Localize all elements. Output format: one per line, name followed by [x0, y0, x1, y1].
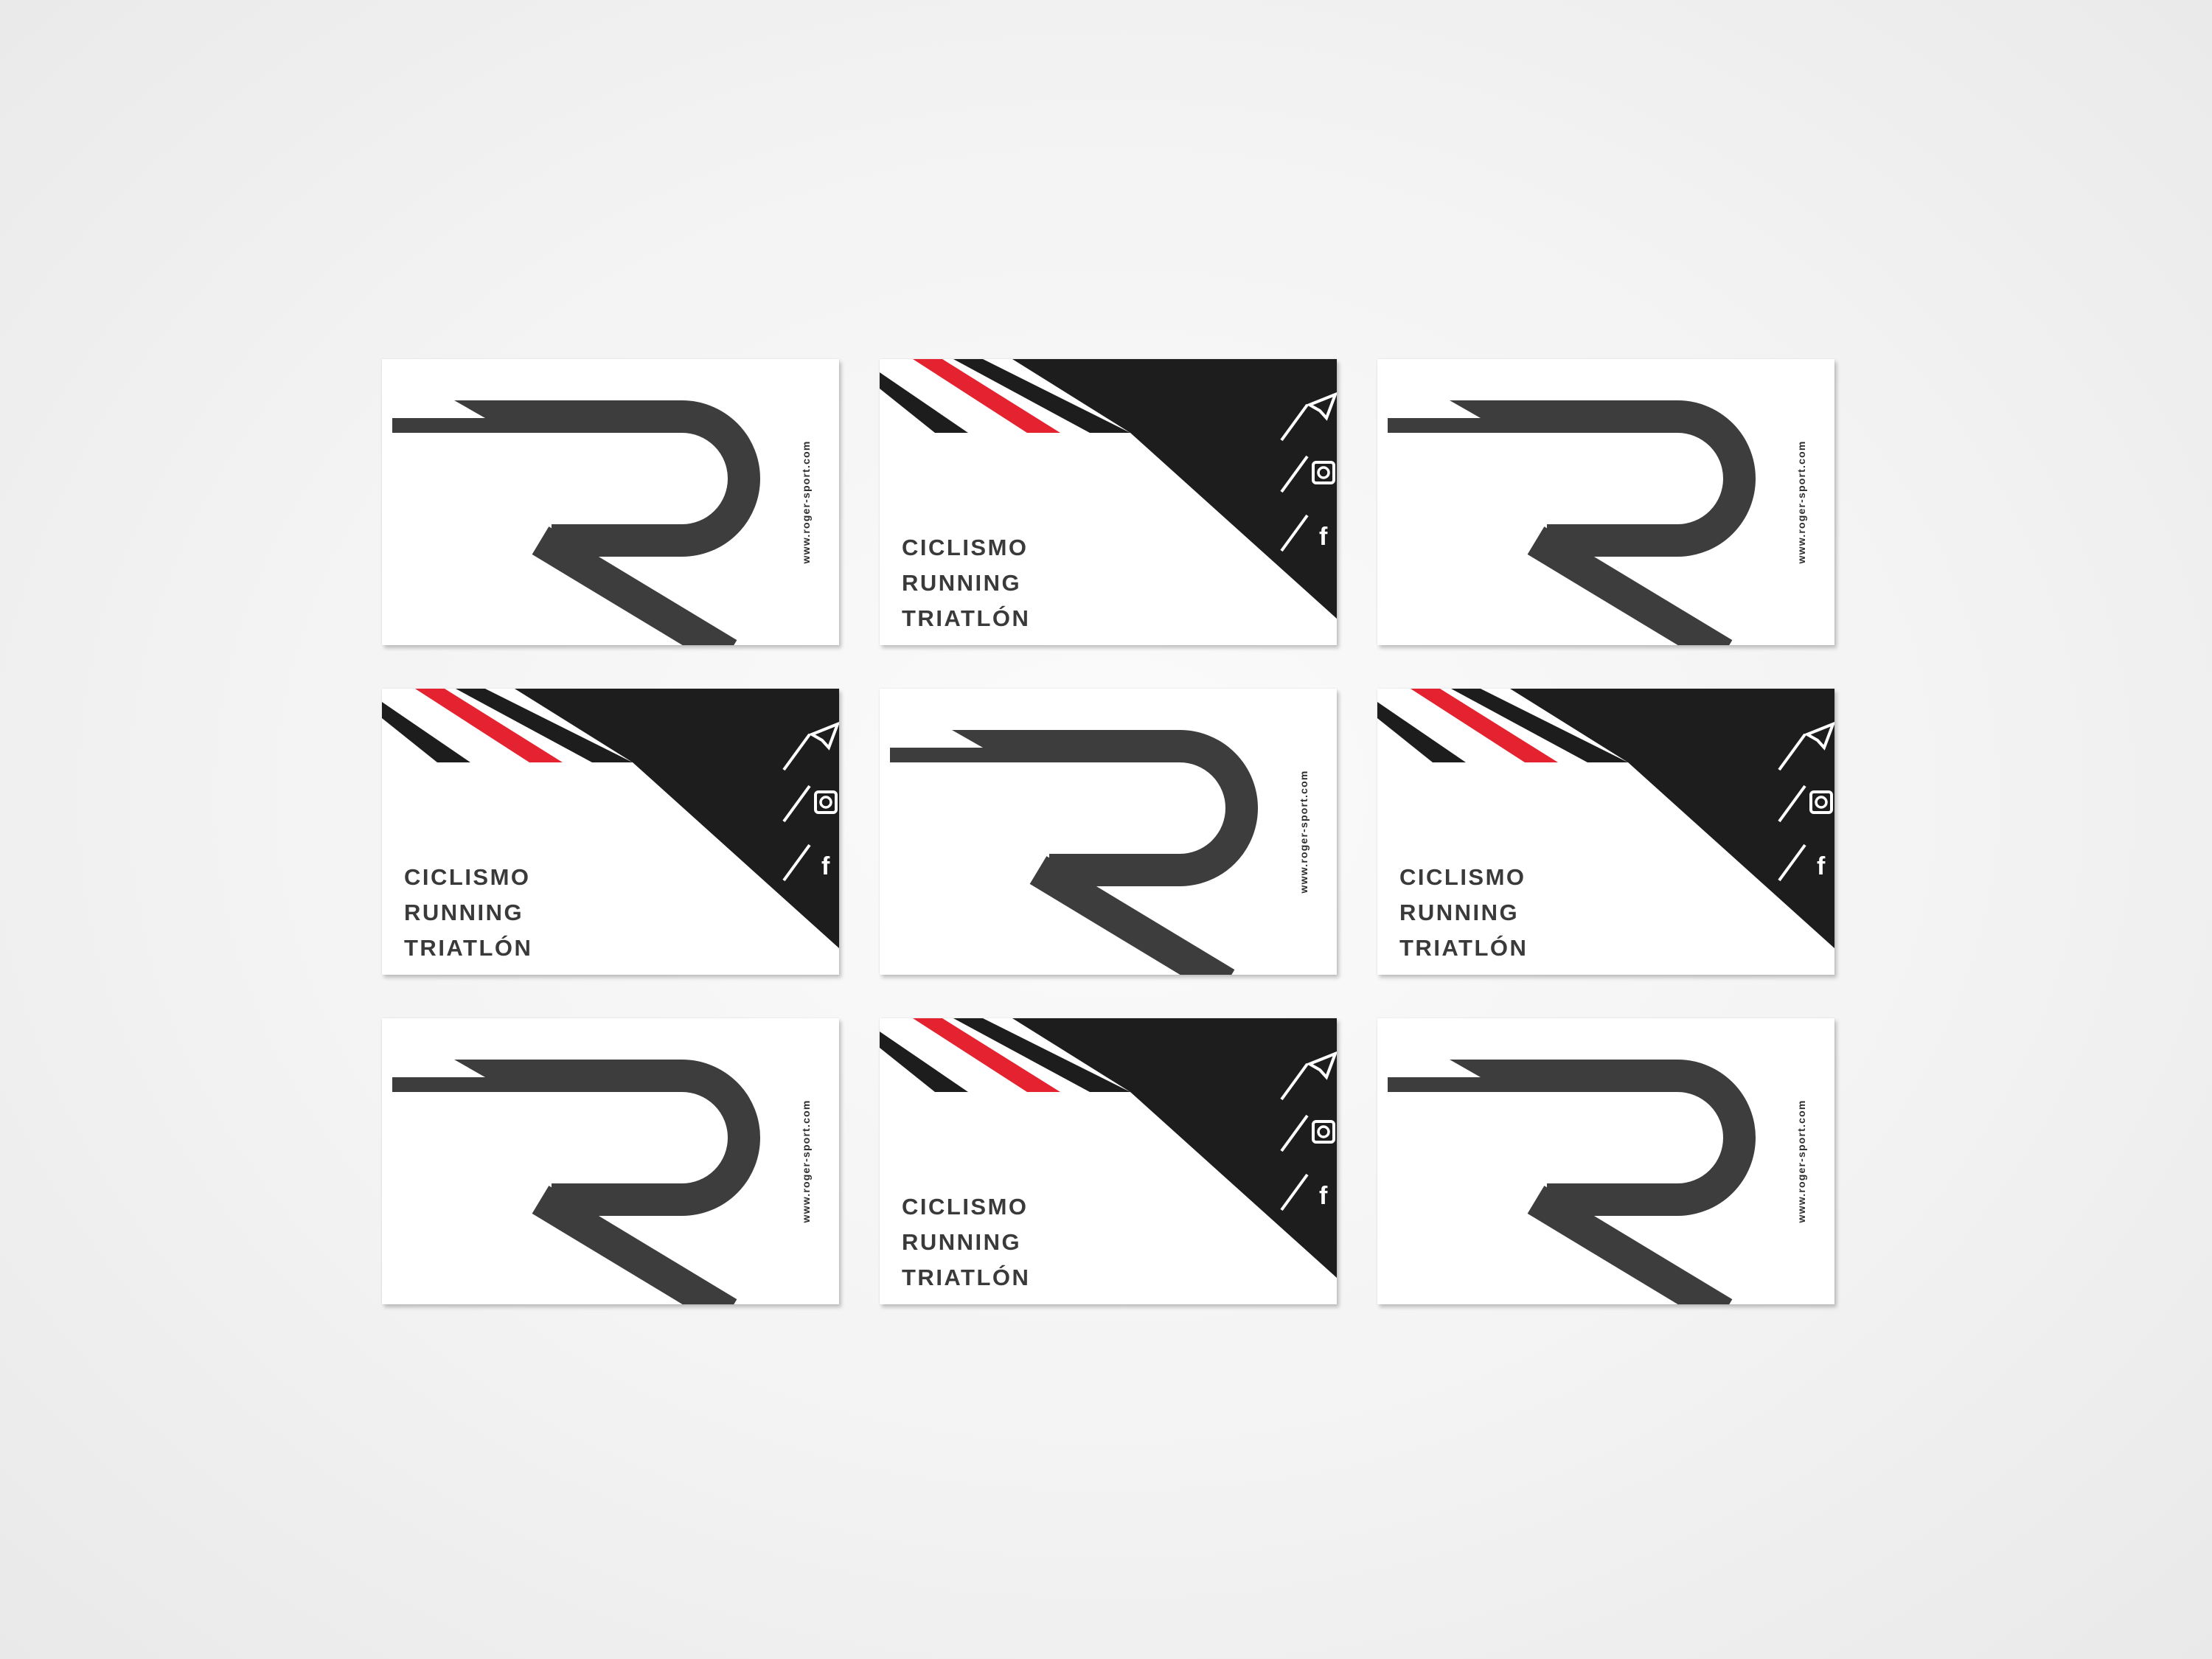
svg-text:f: f	[821, 852, 830, 880]
website-url: www.roger-sport.com	[1795, 1099, 1807, 1223]
sport-triathlon: TRIATLÓN	[404, 935, 533, 961]
sports-list: CICLISMO RUNNING TRIATLÓN	[404, 860, 532, 966]
svg-text:f: f	[1319, 1182, 1328, 1210]
sport-cycling: CICLISMO	[902, 535, 1029, 560]
card-front: f CICLISMO RUNNING TRIATLÓN	[1377, 689, 1834, 975]
r-monogram-icon	[880, 718, 1258, 975]
sports-list: CICLISMO RUNNING TRIATLÓN	[902, 530, 1030, 636]
r-monogram-icon	[1377, 1048, 1756, 1304]
card-back: www.roger-sport.com	[382, 359, 839, 645]
sport-running: RUNNING	[404, 900, 524, 925]
card-back: www.roger-sport.com	[1377, 359, 1834, 645]
sports-list: CICLISMO RUNNING TRIATLÓN	[1399, 860, 1528, 966]
r-monogram-icon	[382, 1048, 760, 1304]
sport-triathlon: TRIATLÓN	[1399, 935, 1528, 961]
card-back: www.roger-sport.com	[1377, 1018, 1834, 1304]
card-front: f CICLISMO RUNNING TRIATLÓN	[880, 1018, 1337, 1304]
card-back: www.roger-sport.com	[880, 689, 1337, 975]
r-monogram-icon	[1377, 389, 1756, 645]
svg-text:f: f	[1817, 852, 1826, 880]
svg-text:f: f	[1319, 523, 1328, 551]
sport-cycling: CICLISMO	[1399, 864, 1526, 890]
sports-list: CICLISMO RUNNING TRIATLÓN	[902, 1189, 1030, 1295]
r-monogram-icon	[382, 389, 760, 645]
website-url: www.roger-sport.com	[1298, 770, 1310, 894]
sport-cycling: CICLISMO	[404, 864, 531, 890]
card-back: www.roger-sport.com	[382, 1018, 839, 1304]
sport-running: RUNNING	[902, 1229, 1022, 1255]
sport-running: RUNNING	[1399, 900, 1520, 925]
sport-triathlon: TRIATLÓN	[902, 605, 1031, 631]
sport-triathlon: TRIATLÓN	[902, 1265, 1031, 1290]
sport-running: RUNNING	[902, 570, 1022, 596]
website-url: www.roger-sport.com	[1795, 440, 1807, 564]
card-front: f CICLISMO RUNNING TRIATLÓN	[880, 359, 1337, 645]
sport-cycling: CICLISMO	[902, 1194, 1029, 1220]
website-url: www.roger-sport.com	[800, 1099, 812, 1223]
business-cards-mockup: www.roger-sport.com f CICLISMO RUNNING T…	[0, 0, 2212, 1659]
website-url: www.roger-sport.com	[800, 440, 812, 564]
card-front: f CICLISMO RUNNING TRIATLÓN	[382, 689, 839, 975]
